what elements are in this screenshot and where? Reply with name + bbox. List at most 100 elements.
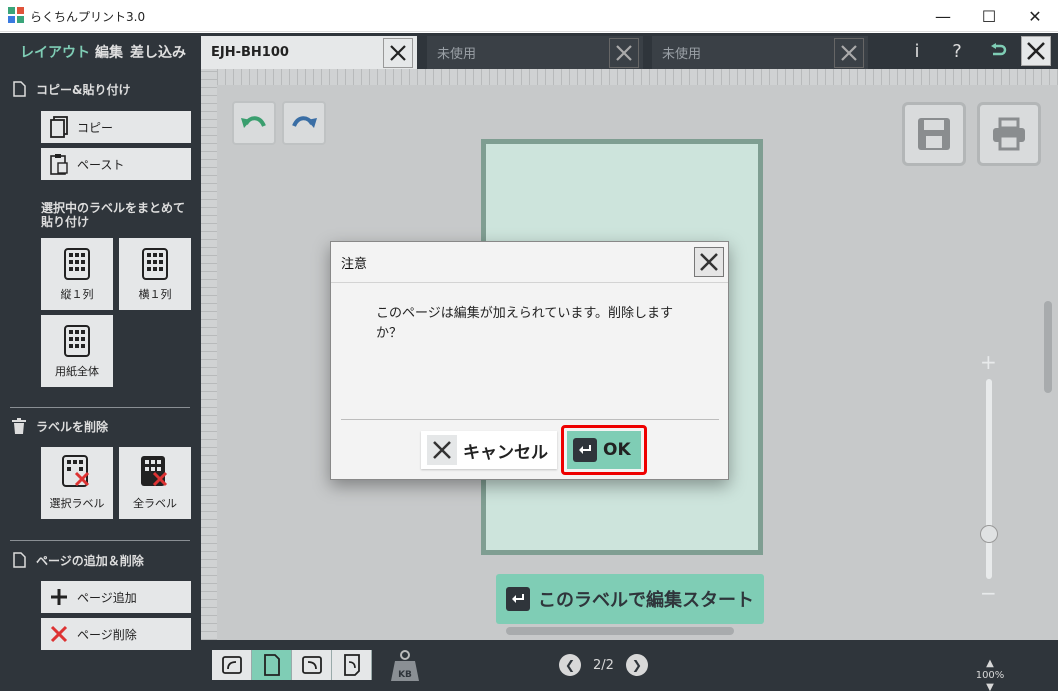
sidebar-tabs: レイアウト 編集 差し込み bbox=[0, 33, 201, 69]
minimize-button[interactable]: — bbox=[920, 0, 966, 32]
paste-vertical-button[interactable]: 縦１列 bbox=[41, 238, 113, 310]
cancel-button[interactable]: キャンセル bbox=[421, 431, 557, 469]
tab-edit[interactable]: 編集 bbox=[95, 42, 123, 62]
delete-selected-labels-button[interactable]: 選択ラベル bbox=[41, 447, 113, 519]
chevron-up-icon: ▲ bbox=[986, 658, 994, 669]
vertical-scrollbar[interactable] bbox=[1044, 301, 1052, 393]
doc-tab-label: 未使用 bbox=[437, 47, 477, 62]
chevron-down-icon: ▼ bbox=[986, 682, 994, 691]
enter-icon bbox=[506, 587, 530, 611]
prev-page-button[interactable]: ❮ bbox=[559, 654, 581, 676]
undo-icon bbox=[241, 116, 266, 128]
zoom-slider-thumb[interactable] bbox=[980, 525, 998, 543]
print-button[interactable] bbox=[977, 102, 1041, 166]
document-icon bbox=[13, 81, 26, 97]
label-grid-icon bbox=[64, 325, 90, 357]
help-icon: ? bbox=[952, 40, 962, 62]
bulk-paste-note: 選択中のラベルをまとめて貼り付け bbox=[41, 201, 186, 229]
help-button[interactable]: ? bbox=[942, 36, 972, 66]
paste-whole-label: 用紙全体 bbox=[55, 365, 99, 378]
confirm-dialog: 注意 このページは編集が加えられています。削除しますか？ キャンセル OK bbox=[330, 241, 729, 480]
remove-page-button[interactable]: ページ削除 bbox=[41, 618, 191, 650]
label-grid-icon bbox=[64, 248, 90, 280]
label-grid-icon bbox=[142, 248, 168, 280]
app-logo-icon bbox=[8, 7, 24, 23]
zoom-slider-track[interactable] bbox=[986, 379, 992, 579]
delete-selected-icon bbox=[62, 455, 90, 487]
minimize-icon: — bbox=[935, 6, 951, 26]
add-page-label: ページ追加 bbox=[77, 590, 137, 605]
enter-icon bbox=[573, 438, 597, 462]
zoom-level[interactable]: ▲ 100% ▼ bbox=[975, 658, 1005, 691]
zoom-in-button[interactable]: + bbox=[980, 350, 997, 374]
rotate-right-icon bbox=[301, 656, 322, 674]
copy-label: コピー bbox=[77, 120, 114, 135]
close-tab-button[interactable] bbox=[609, 37, 639, 68]
portrait-view-button[interactable] bbox=[252, 650, 292, 680]
copy-button[interactable]: コピー bbox=[41, 111, 191, 143]
close-window-button[interactable]: ✕ bbox=[1012, 0, 1058, 32]
dialog-divider bbox=[341, 419, 719, 420]
info-button[interactable]: i bbox=[902, 36, 932, 66]
add-page-button[interactable]: ページ追加 bbox=[41, 581, 191, 613]
paste-horizontal-button[interactable]: 横１列 bbox=[119, 238, 191, 310]
ok-button[interactable]: OK bbox=[567, 431, 641, 469]
close-icon bbox=[616, 44, 632, 61]
section-heading: ラベルを削除 bbox=[36, 419, 109, 434]
start-editing-button[interactable]: このラベルで編集スタート bbox=[496, 574, 764, 624]
rotate-left-view-button[interactable] bbox=[212, 650, 252, 680]
section-heading: コピー&貼り付け bbox=[36, 82, 131, 97]
undo-button[interactable] bbox=[232, 101, 276, 145]
doc-tab-label: 未使用 bbox=[662, 47, 702, 62]
next-page-button[interactable]: ❯ bbox=[625, 654, 648, 676]
zoom-out-button[interactable]: − bbox=[980, 581, 997, 605]
section-heading: ページの追加＆削除 bbox=[36, 553, 144, 568]
remove-page-label: ページ削除 bbox=[77, 627, 137, 642]
tab-layout[interactable]: レイアウト bbox=[20, 42, 90, 62]
close-tab-button[interactable] bbox=[834, 37, 864, 68]
trash-icon bbox=[12, 418, 26, 434]
copy-icon bbox=[50, 116, 68, 138]
close-icon bbox=[700, 253, 718, 271]
horizontal-scrollbar[interactable] bbox=[506, 627, 734, 635]
maximize-icon: ☐ bbox=[981, 6, 997, 26]
flip-page-icon bbox=[343, 654, 360, 676]
page-icon bbox=[13, 552, 26, 568]
doc-tab-1[interactable]: EJH-BH100 bbox=[201, 36, 417, 69]
save-button[interactable] bbox=[902, 102, 966, 166]
divider bbox=[10, 407, 190, 408]
file-size-weight-icon: KB bbox=[390, 649, 420, 683]
section-delete-labels: ラベルを削除 bbox=[10, 417, 108, 435]
paste-whole-sheet-button[interactable]: 用紙全体 bbox=[41, 315, 113, 387]
close-tab-button[interactable] bbox=[383, 37, 413, 68]
return-arrow-icon bbox=[991, 43, 1007, 56]
paste-button[interactable]: ペースト bbox=[41, 148, 191, 180]
paste-horizontal-label: 横１列 bbox=[138, 288, 172, 301]
section-copy-paste: コピー&貼り付け bbox=[10, 80, 130, 98]
page-navigator: ❮ 2/2 ❯ bbox=[559, 654, 648, 676]
tab-merge[interactable]: 差し込み bbox=[130, 42, 186, 62]
dialog-title: 注意 bbox=[341, 257, 368, 272]
close-icon bbox=[841, 44, 857, 61]
doc-tab-2[interactable]: 未使用 bbox=[427, 36, 643, 69]
dialog-header-divider bbox=[331, 282, 728, 283]
dialog-close-button[interactable] bbox=[694, 247, 724, 277]
plus-icon bbox=[51, 589, 67, 605]
ok-label: OK bbox=[603, 440, 631, 460]
doc-tab-3[interactable]: 未使用 bbox=[652, 36, 868, 69]
kb-label: KB bbox=[398, 670, 412, 680]
close-icon bbox=[390, 44, 406, 61]
doc-tab-label: EJH-BH100 bbox=[211, 45, 289, 60]
printer-icon bbox=[993, 117, 1025, 151]
maximize-button[interactable]: ☐ bbox=[966, 0, 1012, 32]
info-icon: i bbox=[914, 40, 920, 62]
paste-label: ペースト bbox=[77, 157, 125, 172]
vertical-ruler bbox=[201, 69, 217, 640]
flip-view-button[interactable] bbox=[332, 650, 372, 680]
close-app-button[interactable] bbox=[1021, 36, 1051, 66]
delete-all-labels-button[interactable]: 全ラベル bbox=[119, 447, 191, 519]
redo-back-button[interactable] bbox=[982, 36, 1012, 66]
redo-button[interactable] bbox=[282, 101, 326, 145]
rotate-right-view-button[interactable] bbox=[292, 650, 332, 680]
page-icon bbox=[263, 654, 280, 676]
